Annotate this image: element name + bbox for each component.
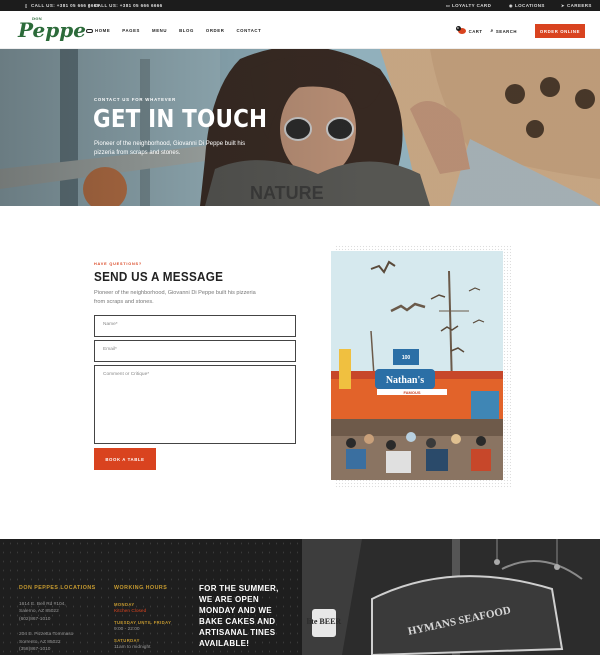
cart-label: CART (468, 28, 483, 34)
photo-frame: Nathan's 100 FAMOUS (331, 245, 511, 488)
nav-item-blog[interactable]: BLOG (179, 28, 194, 33)
loyalty-label: LOYALTY CARD (452, 3, 492, 8)
phone-icon: ▯ (88, 2, 91, 8)
cart-link[interactable]: 0 CART (455, 26, 483, 34)
hero-text: Pioneer of the neighborhood, Giovanni Di… (94, 141, 246, 156)
loc1-line2: Salerno, AZ 85022 (19, 609, 59, 614)
footer-locations: DON PEPPES LOCATIONS 1614 E. Bell Rd #10… (19, 585, 96, 654)
form-title: SEND US A MESSAGE (94, 269, 224, 284)
top-bar: ▯ CALL US: +381 05 666 6666 ▯ CALL US: +… (0, 0, 600, 11)
footer-photo: lite BEER HYMANS SEAFOOD (302, 539, 600, 655)
pin-icon: ◉ (509, 2, 513, 8)
footer: DON PEPPES LOCATIONS 1614 E. Bell Rd #10… (0, 539, 600, 655)
search-icon: ⌕ (490, 28, 494, 34)
loc2-line1: 204 E. Pizzetta Tommaso (19, 632, 74, 637)
svg-text:100: 100 (402, 355, 411, 361)
locations-label: LOCATIONS (515, 3, 545, 8)
send-icon: ➤ (561, 2, 565, 8)
menu: HOME PAGES MENU BLOG ORDER CONTACT (86, 28, 261, 33)
footer-hours: WORKING HOURS MONDAY Kitchen Closed TUES… (114, 585, 171, 652)
locations-link[interactable]: ◉ LOCATIONS (509, 3, 545, 8)
logo-prefix: DON (32, 17, 43, 21)
nav-item-home[interactable]: HOME (86, 28, 110, 33)
comment-placeholder: Comment or Critique* (103, 372, 150, 377)
lite-sign: lite BEER (307, 617, 342, 626)
loc2-phone[interactable]: (358)867-1010 (19, 646, 96, 654)
nav-label-home: HOME (95, 28, 111, 33)
card-icon: ▭ (446, 2, 451, 8)
hero-banner: NATURE CONTACT US FOR WHATEVER GET IN TO… (0, 49, 600, 206)
hours-title: WORKING HOURS (114, 585, 168, 591)
summer-promo: FOR THE SUMMER, WE ARE OPEN MONDAY AND W… (199, 584, 279, 648)
famous-banner: FAMOUS (403, 390, 420, 395)
photo-image: Nathan's 100 FAMOUS (331, 251, 503, 480)
locations-title: DON PEPPES LOCATIONS (19, 585, 96, 591)
logo[interactable]: DON Peppe (18, 17, 86, 42)
nav-item-menu[interactable]: MENU (152, 28, 167, 33)
day-monday: MONDAY (114, 601, 135, 607)
footer-image: lite BEER HYMANS SEAFOOD (302, 539, 600, 655)
nav-actions: 0 CART ⌕ SEARCH ORDER ONLINE (455, 24, 585, 38)
search-label: SEARCH (495, 28, 517, 34)
phone-icon: ▯ (25, 2, 28, 8)
loc1-phone[interactable]: (602)867-1010 (19, 616, 96, 624)
main-nav: DON Peppe HOME PAGES MENU BLOG ORDER CON… (0, 11, 600, 49)
day-saturday: SATURDAY (114, 637, 140, 643)
nav-item-contact[interactable]: CONTACT (236, 28, 261, 33)
hero-overlay (0, 49, 600, 206)
order-online-button[interactable]: ORDER ONLINE (535, 24, 585, 38)
day-tue-fri: TUESDAY UNTIL FRIDAY (114, 619, 172, 625)
nathans-sign: Nathan's (386, 375, 424, 386)
day-tue-fri-value: 9:00 - 22:00 (114, 627, 140, 632)
loyalty-card-link[interactable]: ▭ LOYALTY CARD (446, 3, 491, 8)
day-saturday-value: 11am to midnight (114, 645, 151, 650)
name-field[interactable]: Name* (94, 315, 296, 337)
email-placeholder: Email* (103, 347, 117, 352)
cart-count: 0 (455, 26, 461, 31)
form-description: Pioneer of the neighborhood, Giovanni Di… (94, 290, 256, 305)
loc1-line1: 1614 E. Bell Rd #104, (19, 601, 66, 607)
email-field[interactable]: Email* (94, 340, 296, 362)
name-placeholder: Name* (103, 322, 118, 327)
nav-item-order[interactable]: ORDER (206, 28, 225, 33)
loc2-line2: Sorrento, AZ 85022 (19, 639, 61, 645)
day-monday-value: Kitchen Closed (114, 609, 147, 614)
comment-field[interactable]: Comment or Critique* (94, 365, 296, 444)
cart-icon: 0 (455, 26, 466, 34)
form-kicker: HAVE QUESTIONS? (94, 262, 143, 266)
careers-label: CAREERS (567, 3, 592, 8)
contact-section: HAVE QUESTIONS? SEND US A MESSAGE Pionee… (0, 206, 600, 539)
nav-item-pages[interactable]: PAGES (122, 28, 140, 33)
coney-island-photo: Nathan's 100 FAMOUS (331, 251, 503, 480)
phone-label-2: CALL US: +381 05 666 6666 (94, 3, 163, 8)
phone-link-2[interactable]: ▯ CALL US: +381 05 666 6666 (88, 3, 163, 8)
careers-link[interactable]: ➤ CAREERS (561, 3, 592, 8)
logo-text: Peppe (18, 18, 86, 42)
book-table-button[interactable]: BOOK A TABLE (94, 448, 156, 470)
hero-title: GET IN TOUCH (93, 104, 268, 133)
hero-subtitle: CONTACT US FOR WHATEVER (94, 97, 176, 102)
search-link[interactable]: ⌕ SEARCH (491, 28, 517, 34)
home-icon (86, 28, 93, 33)
